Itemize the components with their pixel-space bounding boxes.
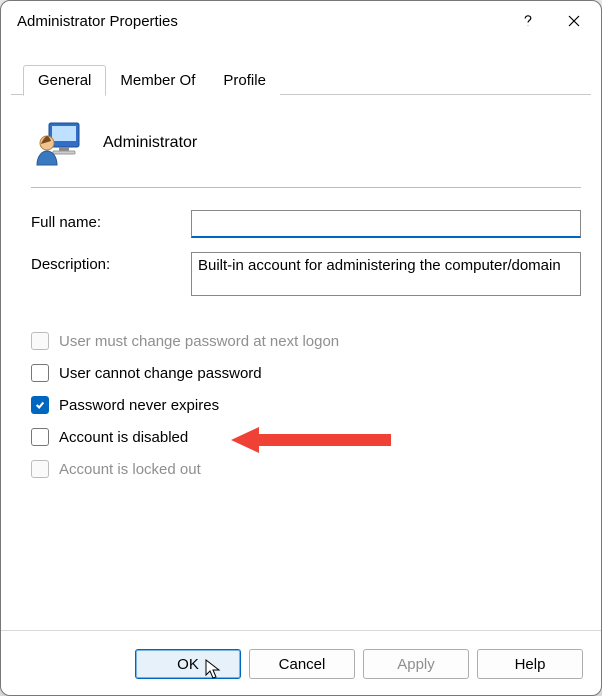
button-row: OK Cancel Apply Help (1, 630, 601, 695)
password-never-expires-checkbox[interactable]: Password never expires (31, 396, 581, 414)
cancel-button[interactable]: Cancel (249, 649, 355, 679)
tab-strip: General Member Of Profile (1, 65, 601, 95)
full-name-row: Full name: (31, 210, 581, 238)
account-locked-out-checkbox: Account is locked out (31, 460, 581, 478)
properties-dialog: Administrator Properties General Member … (0, 0, 602, 696)
divider (31, 187, 581, 188)
description-field[interactable]: Built-in account for administering the c… (191, 252, 581, 296)
tab-profile[interactable]: Profile (209, 66, 280, 95)
checkbox-checked-icon (31, 396, 49, 414)
checkbox-group: User must change password at next logon … (31, 332, 581, 492)
tab-member-of[interactable]: Member Of (106, 66, 209, 95)
close-icon (567, 14, 581, 28)
must-change-password-checkbox: User must change password at next logon (31, 332, 581, 350)
checkbox-icon (31, 428, 49, 446)
checkbox-label: User cannot change password (59, 365, 262, 382)
account-identity: Administrator (35, 119, 581, 167)
help-button[interactable]: Help (477, 649, 583, 679)
annotation-arrow-icon (231, 425, 391, 459)
account-disabled-checkbox[interactable]: Account is disabled (31, 428, 581, 446)
window-title: Administrator Properties (17, 13, 505, 30)
full-name-field[interactable] (191, 210, 581, 238)
account-name: Administrator (103, 134, 197, 152)
checkbox-icon (31, 364, 49, 382)
checkbox-label: Account is disabled (59, 429, 188, 446)
ok-button[interactable]: OK (135, 649, 241, 679)
help-button[interactable] (505, 5, 551, 37)
full-name-label: Full name: (31, 210, 191, 231)
general-panel: Administrator Full name: Description: Bu… (1, 95, 601, 630)
tab-general[interactable]: General (23, 65, 106, 96)
description-row: Description: Built-in account for admini… (31, 252, 581, 296)
description-label: Description: (31, 252, 191, 273)
title-bar: Administrator Properties (1, 1, 601, 41)
user-account-icon (35, 119, 83, 167)
close-button[interactable] (551, 5, 597, 37)
cannot-change-password-checkbox[interactable]: User cannot change password (31, 364, 581, 382)
checkbox-icon (31, 332, 49, 350)
checkbox-label: Password never expires (59, 397, 219, 414)
checkbox-label: Account is locked out (59, 461, 201, 478)
question-icon (521, 14, 535, 28)
checkbox-icon (31, 460, 49, 478)
apply-button: Apply (363, 649, 469, 679)
checkbox-label: User must change password at next logon (59, 333, 339, 350)
